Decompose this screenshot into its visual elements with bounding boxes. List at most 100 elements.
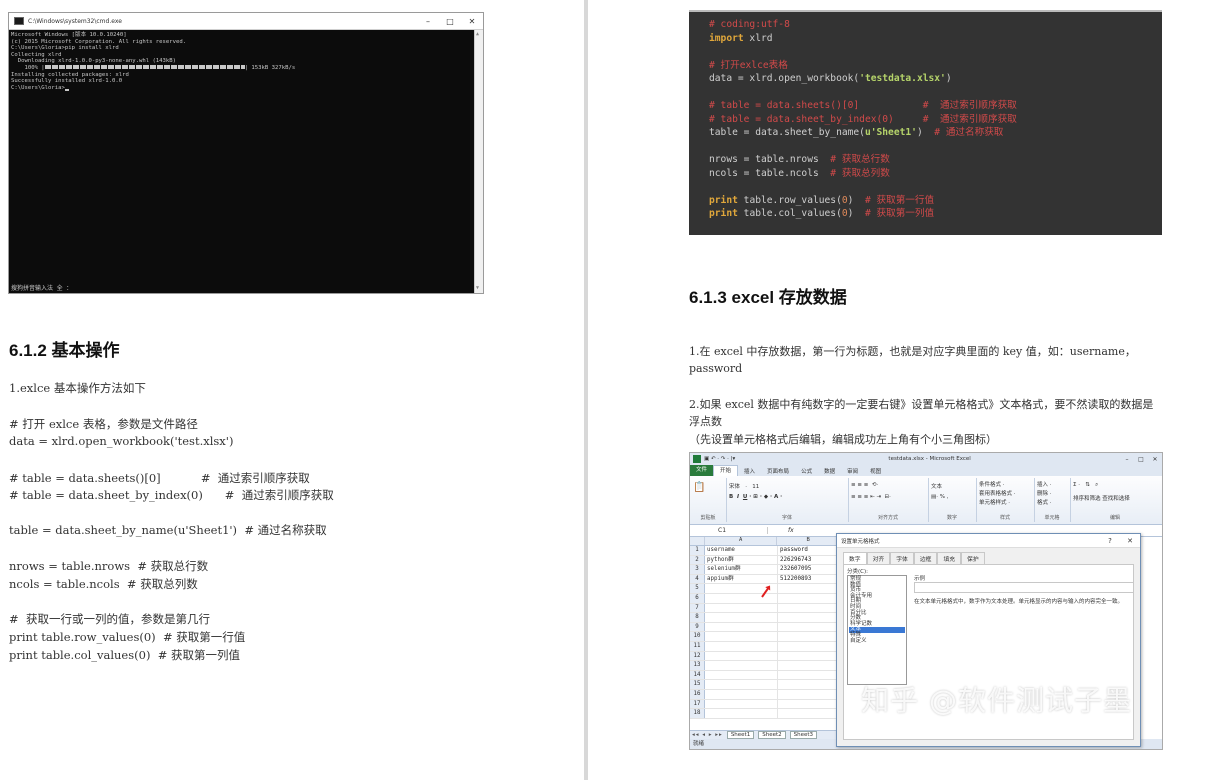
row-number: 6 [690, 593, 705, 603]
code-line: table = data.sheet_by_name(u'Sheet1') # … [709, 126, 1162, 140]
table-row: 11 [690, 641, 840, 652]
find-select-label: 查找和选择 [1102, 496, 1130, 502]
group-label: 样式 [999, 515, 1010, 521]
intro-text: 1.exlce 基本操作方法如下 [9, 381, 146, 395]
code-keyword: print [709, 194, 738, 206]
cell-b [778, 642, 840, 651]
name-box: C1 [690, 527, 768, 534]
group-label: 对齐方式 [877, 515, 898, 521]
code-identifier: ) [847, 208, 865, 219]
code-identifier: table.col_values( [737, 208, 842, 219]
code-identifier: data = xlrd.open_workbook( [709, 73, 860, 84]
paragraph-3: （先设置单元格格式后编辑，编辑成功左上角有个小三角图标） [689, 433, 997, 446]
cell-a: selenium群 [705, 565, 778, 574]
cell-b [778, 690, 840, 699]
code-identifier: table.row_values( [737, 194, 842, 206]
cell-a [705, 632, 778, 641]
minimize-icon: – [1125, 455, 1129, 463]
minimize-icon: – [426, 16, 430, 26]
code-string: u'Sheet1' [864, 127, 917, 138]
cell-b [778, 584, 840, 593]
code-identifier: ncols = table.ncols [709, 167, 831, 179]
style-item: 套用表格格式 · [979, 491, 1016, 497]
code-comment: # 通过名称获取 [934, 127, 1004, 138]
row-number: 10 [690, 632, 705, 641]
font-name-select: 宋体 [729, 484, 741, 490]
cell-a [705, 709, 778, 718]
progress-percent: 100% | [11, 64, 45, 71]
table-row: 14 [690, 670, 840, 681]
row-number: 11 [690, 641, 705, 651]
code-line: print table.col_values(0) # 获取第一列值 [709, 207, 1162, 221]
category-list: 常规 数值 货币 会计专用 日期 时间 百分比 分数 科学记数 文本 特殊 自定义 [847, 575, 907, 685]
cell-a [705, 641, 778, 651]
code-line: # 获取一行或一列的值，参数是第几行 [9, 612, 210, 626]
number-format-select: 文本 [931, 484, 943, 490]
code-comment: # 打开exlce表格 [709, 59, 788, 71]
row-number: 16 [690, 689, 705, 699]
group-label: 单元格 [1044, 515, 1060, 521]
code-line: print table.row_values(0) # 获取第一行值 [9, 630, 246, 644]
code-comment: # 获取第一列值 [864, 208, 935, 219]
group-label: 数字 [946, 515, 957, 521]
format-description: 在文本单元格格式中，数字作为文本处理。单元格显示的内容与输入的内容完全一致。 [914, 599, 1124, 605]
code-comment: # table = data.sheets()[0] # 通过索引顺序获取 [709, 100, 1017, 111]
excel-screenshot: ▣ ↶ · ↷ · |▾ testdata.xlsx - Microsoft E… [689, 452, 1163, 750]
table-row: 15 [690, 680, 840, 690]
fx-icon: fx [788, 527, 794, 534]
table-row: 18 [690, 709, 840, 719]
row-number: 8 [690, 613, 705, 622]
row-number: 1 [690, 546, 705, 555]
tab-protection: 保护 [961, 552, 985, 564]
code-line: nrows = table.nrows # 获取总行数 [709, 153, 1162, 167]
code-line: data = xlrd.open_workbook('testdata.xlsx… [709, 72, 1162, 86]
align-icons: ≡ ≡ ≡ ⟲· [851, 482, 879, 488]
cmd-title: C:\Windows\system32\cmd.exe [28, 17, 122, 25]
table-row: 1 username password [690, 546, 840, 556]
cmd-titlebar: C:\Windows\system32\cmd.exe – □ ✕ [9, 13, 483, 30]
table-row: 16 [690, 689, 840, 700]
code-comment: # 获取第一行值 [864, 194, 935, 206]
paste-icon: 📋 [693, 482, 706, 493]
group-editing: Σ · ⇅ ⌕ 排序和筛选 查找和选择 编辑 [1070, 478, 1160, 522]
dialog-titlebar: 设置单元格格式 ? ✕ [837, 534, 1140, 548]
code-comment: # 获取总列数 [830, 167, 890, 179]
cell-a [705, 603, 778, 613]
cmd-line: (c) 2015 Microsoft Corporation. All righ… [11, 38, 187, 45]
code-identifier: table = data.sheet_by_name( [709, 127, 865, 138]
quick-access-toolbar: ▣ ↶ · ↷ · |▾ [704, 456, 736, 462]
row-number: 7 [690, 603, 705, 613]
cell-b [778, 623, 840, 632]
cell-a: appium群 [705, 574, 778, 584]
sort-filter-label: 排序和筛选 [1073, 496, 1101, 502]
code-string: 'testdata.xlsx' [859, 73, 946, 84]
code-line: # 打开exlce表格 [709, 59, 1162, 73]
section-heading-6-1-2: 6.1.2 基本操作 [9, 341, 120, 360]
tab-sheet1: Sheet1 [726, 731, 755, 739]
row-number: 4 [690, 574, 705, 584]
code-identifier: ) [916, 127, 935, 138]
cell-a [705, 689, 778, 699]
cmd-prompt: C:\Users\Gloria> [11, 84, 65, 91]
code-comment: # 获取总行数 [830, 154, 890, 165]
cell-b [778, 604, 840, 613]
table-row: 13 [690, 661, 840, 671]
tab-review: 审阅 [847, 468, 859, 475]
table-row: 4 appium群 512200893 [690, 574, 840, 585]
table-row: 7 [690, 603, 840, 614]
code-line: # table = data.sheets()[0] # 通过索引顺序获取 [9, 471, 310, 485]
cell-b: password [780, 547, 808, 553]
code-identifier: ) [847, 194, 865, 206]
group-clipboard: 📋 剪贴板 [690, 478, 727, 522]
cmd-line: Downloading xlrd-1.0.0-py3-none-any.whl … [11, 58, 177, 65]
cell-item: 插入 · [1037, 482, 1052, 488]
left-page: C:\Windows\system32\cmd.exe – □ ✕ Micros… [0, 0, 584, 780]
sheet-tabs: ◂◂ ◂ ▸ ▸▸ Sheet1 Sheet2 Sheet3 [690, 730, 840, 739]
category-item: 自定义 [850, 637, 867, 644]
code-line: # table = data.sheets()[0] # 通过索引顺序获取 [709, 99, 1162, 113]
ribbon: 📋 剪贴板 宋体 · 11 B I U · ⊞ · ◆ · A · 字体 ≡ ≡… [690, 476, 1162, 525]
tab-view: 视图 [870, 468, 882, 475]
tab-sheet2: Sheet2 [758, 731, 786, 739]
code-line: # coding:utf-8 [709, 18, 1162, 32]
cell-a [705, 661, 778, 670]
